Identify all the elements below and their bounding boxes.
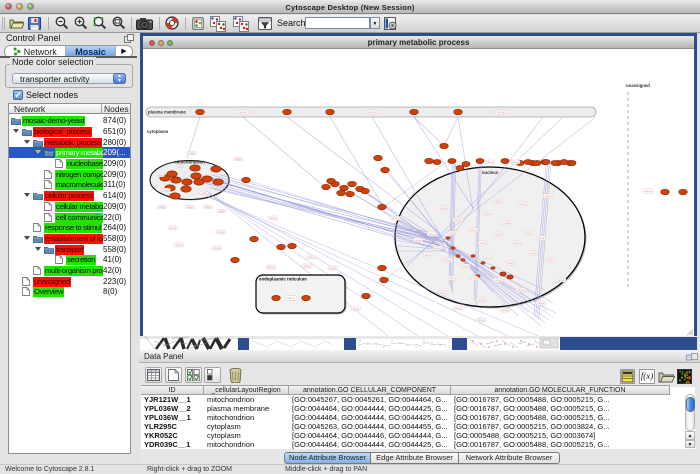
svg-text:xxx-p: xxx-p	[235, 158, 242, 161]
svg-text:xxx-p: xxx-p	[480, 241, 487, 245]
svg-text:plasma membrane: plasma membrane	[148, 110, 186, 115]
svg-text:xxx-p: xxx-p	[558, 278, 565, 282]
svg-text:xxx-p: xxx-p	[538, 301, 545, 305]
svg-text:xxx-p: xxx-p	[159, 206, 166, 209]
svg-text:xxx-p: xxx-p	[486, 160, 493, 164]
svg-text:xxx-p: xxx-p	[170, 226, 177, 230]
svg-text:xxx-p: xxx-p	[511, 160, 518, 164]
svg-text:xxx-p: xxx-p	[219, 210, 226, 213]
svg-text:nucleus: nucleus	[482, 170, 499, 175]
svg-text:xxx-p: xxx-p	[485, 256, 492, 260]
svg-text:endoplasmic reticulum: endoplasmic reticulum	[259, 277, 307, 282]
svg-text:xxx-p: xxx-p	[495, 199, 502, 203]
svg-text:xxx-p: xxx-p	[508, 261, 515, 265]
svg-text:xxx-p: xxx-p	[462, 264, 469, 268]
svg-text:xxx-p: xxx-p	[495, 232, 502, 236]
svg-text:xxx-p: xxx-p	[270, 216, 277, 220]
svg-text:cytoplasm: cytoplasm	[147, 129, 168, 134]
svg-text:xxx-p: xxx-p	[518, 288, 525, 292]
svg-text:xxx-p: xxx-p	[214, 246, 221, 250]
svg-text:xxx-p: xxx-p	[545, 194, 552, 198]
svg-text:xxx-p: xxx-p	[538, 236, 545, 240]
svg-text:xxx-p: xxx-p	[440, 291, 447, 295]
svg-text:xxx-p: xxx-p	[644, 189, 651, 193]
svg-text:xxx-p: xxx-p	[450, 231, 457, 235]
svg-text:xxx-p: xxx-p	[330, 266, 337, 270]
svg-text:xxx-p: xxx-p	[157, 174, 164, 177]
svg-text:xxx-p: xxx-p	[455, 218, 462, 222]
svg-text:mitochondrion: mitochondrion	[174, 160, 205, 165]
svg-text:xxx-p: xxx-p	[353, 307, 360, 311]
svg-text:xxx-p: xxx-p	[415, 238, 422, 242]
svg-text:xxx-p: xxx-p	[304, 264, 311, 268]
svg-text:xxx-p: xxx-p	[495, 278, 502, 282]
svg-text:xxx-p: xxx-p	[520, 202, 527, 206]
svg-text:xxx-p: xxx-p	[205, 206, 212, 209]
svg-text:xxx-p: xxx-p	[478, 298, 485, 302]
svg-text:xxx-p: xxx-p	[368, 110, 375, 114]
svg-text:xxx-p: xxx-p	[189, 152, 196, 155]
svg-text:xxx-p: xxx-p	[445, 258, 452, 262]
svg-text:xxx-p: xxx-p	[176, 243, 183, 247]
svg-text:xxx-p: xxx-p	[525, 231, 532, 235]
svg-text:xxx-p: xxx-p	[497, 110, 504, 114]
svg-text:xxx-p: xxx-p	[450, 276, 457, 280]
svg-text:unassigned: unassigned	[626, 83, 650, 88]
svg-text:xxx-p: xxx-p	[470, 276, 477, 280]
svg-text:xxx-p: xxx-p	[268, 265, 275, 269]
svg-text:xxx-p: xxx-p	[515, 241, 522, 245]
svg-text:xxx-p: xxx-p	[435, 246, 442, 250]
svg-text:xxx-p: xxx-p	[287, 296, 294, 300]
svg-text:xxx-p: xxx-p	[440, 206, 447, 210]
svg-text:xxx-p: xxx-p	[218, 230, 225, 234]
svg-text:xxx-p: xxx-p	[530, 251, 537, 255]
svg-text:xxx-p: xxx-p	[548, 258, 555, 262]
svg-text:xxx-p: xxx-p	[308, 255, 315, 259]
svg-text:xxx-p: xxx-p	[505, 221, 512, 225]
svg-text:xxx-p: xxx-p	[478, 318, 485, 322]
svg-text:xxx-p: xxx-p	[187, 206, 194, 209]
svg-text:xxx-p: xxx-p	[455, 306, 462, 310]
svg-text:xxx-p: xxx-p	[239, 110, 246, 114]
svg-text:xxx-p: xxx-p	[178, 165, 185, 168]
svg-text:xxx-p: xxx-p	[429, 232, 436, 236]
svg-text:xxx-p: xxx-p	[392, 216, 399, 220]
svg-text:xxx-p: xxx-p	[201, 192, 208, 195]
svg-text:xxx-p: xxx-p	[163, 189, 170, 192]
svg-text:xxx-p: xxx-p	[502, 308, 509, 312]
svg-text:xxx-p: xxx-p	[425, 253, 432, 257]
svg-text:xxx-p: xxx-p	[470, 228, 477, 232]
svg-text:xxx-p: xxx-p	[485, 211, 492, 215]
